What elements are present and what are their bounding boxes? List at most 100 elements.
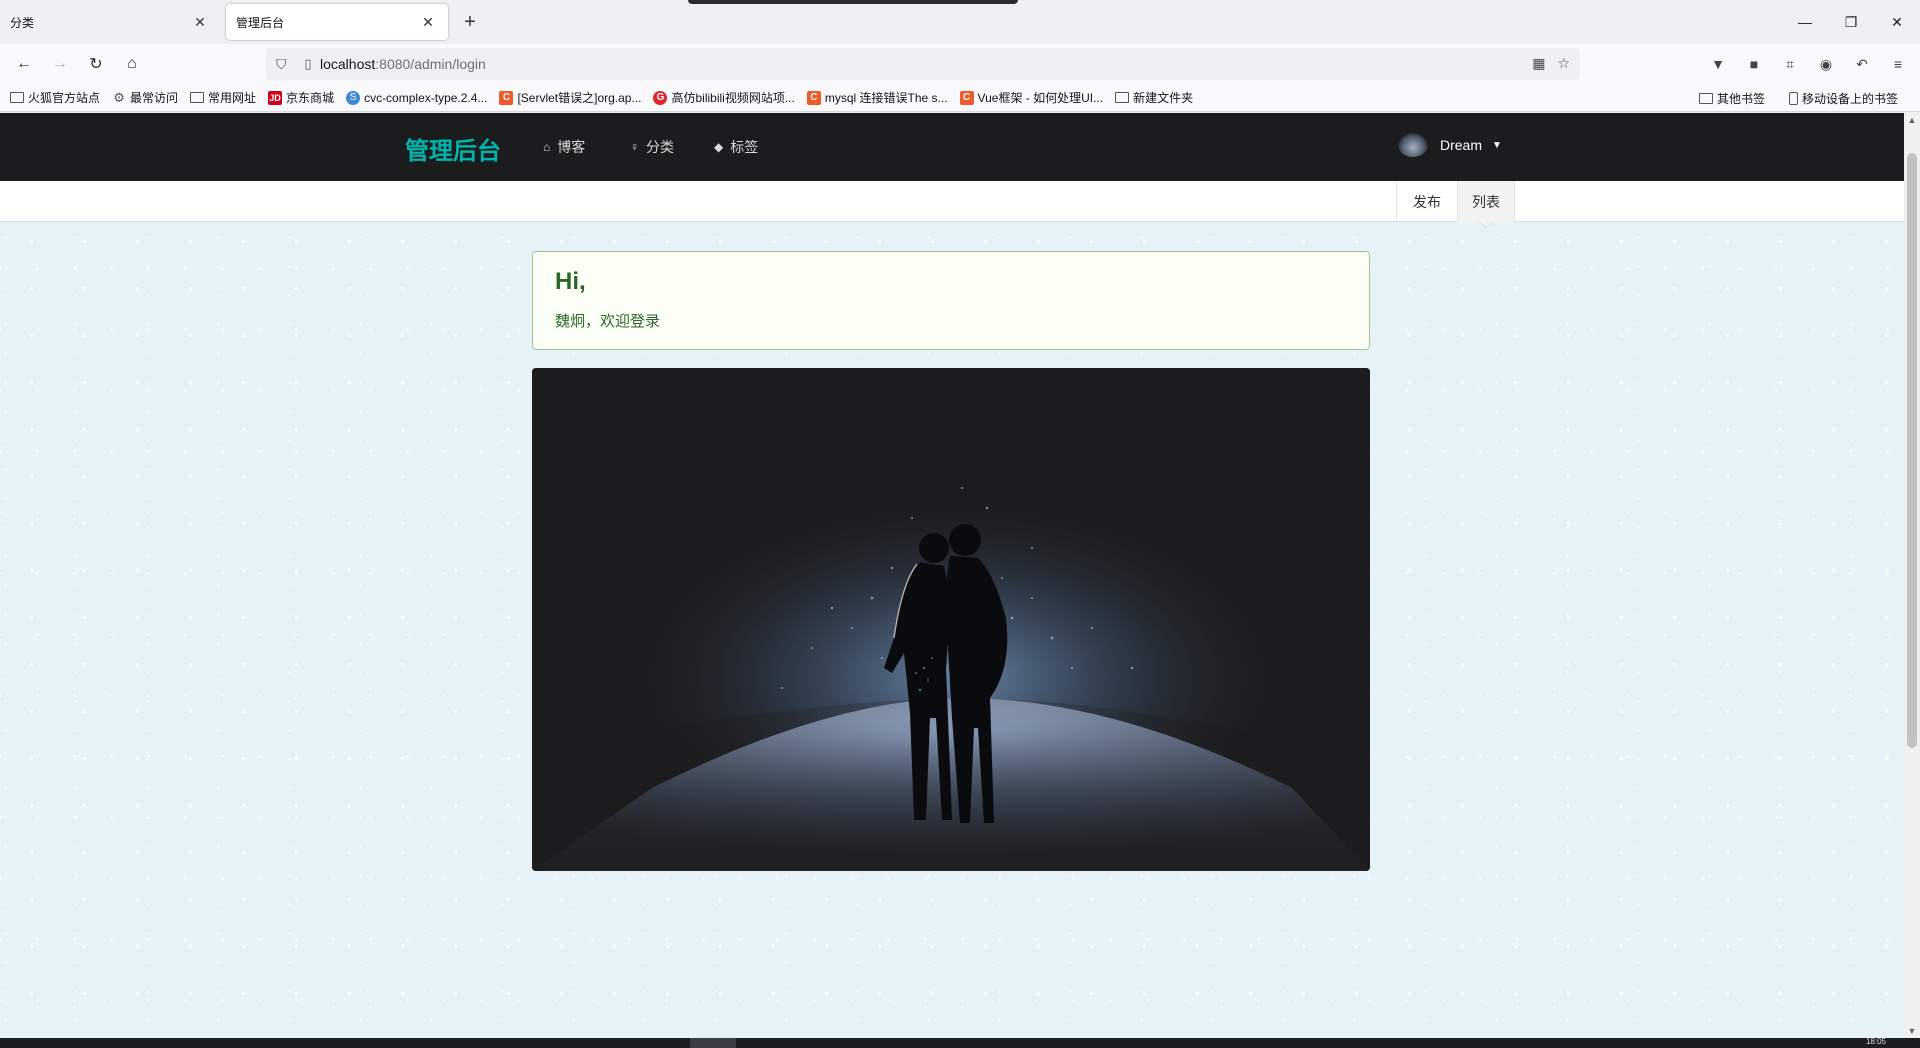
user-dropdown[interactable]: Dream ▼ [1398, 133, 1502, 157]
submenu-list[interactable]: 列表 [1457, 181, 1515, 230]
extensions-bar: ▼ ■ ⌗ ◉ ↶ ≡ [1706, 52, 1910, 76]
gear-icon: ⚙ [113, 89, 125, 105]
menu-item-blog[interactable]: ⌂ 博客 [543, 137, 585, 157]
bookmark-label: mysql 连接错误The s... [824, 91, 948, 105]
bookmark-label: cvc-complex-type.2.4... [364, 90, 488, 105]
shield-icon[interactable]: ⛉ [276, 56, 296, 73]
scrollbar-thumb[interactable] [1907, 153, 1917, 748]
back-icon[interactable]: ← [10, 50, 38, 78]
bookmark-jd[interactable]: JD 京东商城 [268, 89, 334, 106]
forward-icon[interactable]: → [46, 50, 74, 78]
tab-admin[interactable]: 管理后台 ✕ [226, 4, 448, 40]
user-name: Dream [1440, 137, 1483, 153]
avatar [1398, 133, 1428, 157]
tab-category[interactable]: 分类 ✕ [0, 4, 220, 40]
scroll-up-icon[interactable]: ▲ [1904, 115, 1920, 125]
submenu-list-label: 列表 [1472, 193, 1500, 210]
home-icon: ⌂ [543, 140, 551, 154]
folder-icon [190, 92, 205, 103]
admin-sub-menu: 发布 列表 [0, 181, 1904, 230]
bookmark-mysql[interactable]: Cmysql 连接错误The s... [806, 89, 948, 106]
window-controls: — ❐ ✕ [1782, 0, 1920, 44]
plus-icon[interactable]: + [456, 10, 484, 34]
restore-icon[interactable]: ❐ [1828, 0, 1874, 44]
bookmark-label: 火狐官方站点 [28, 91, 101, 105]
bookmark-label: 常用网址 [208, 91, 257, 105]
bookmark-most-visited[interactable]: ⚙ 最常访问 [112, 89, 178, 106]
url-path: :8080/admin/login [375, 56, 486, 72]
menu-item-tags[interactable]: ◆ 标签 [714, 137, 758, 157]
vue-devtools-icon[interactable]: ▼ [1706, 52, 1730, 76]
snow-couple-illustration [532, 368, 1370, 871]
close-icon[interactable]: ✕ [1874, 0, 1920, 44]
menu-item-category[interactable]: ♀ 分类 [630, 137, 674, 157]
csdn-icon: C [806, 90, 821, 105]
bookmark-label: 其他书签 [1716, 92, 1765, 106]
message-header: Hi, [555, 268, 586, 295]
brand-title[interactable]: 管理后台 [405, 131, 501, 166]
crop-icon[interactable]: ⌗ [1778, 52, 1802, 76]
globe-icon: S [346, 90, 361, 105]
message-body: 魏炯，欢迎登录 [555, 313, 661, 330]
reload-icon[interactable]: ↻ [82, 50, 110, 78]
star-icon[interactable]: ☆ [1557, 55, 1570, 72]
undo-icon[interactable]: ↶ [1850, 52, 1874, 76]
chat-icon[interactable]: ◉ [1814, 52, 1838, 76]
url-host: localhost [320, 56, 376, 72]
page-viewport: 管理后台 ⌂ 博客 ♀ 分类 ◆ 标签 Dream ▼ 发布 列表 Hi, 魏炯，欢迎… [0, 113, 1904, 1038]
screen-notch [688, 0, 1018, 4]
tags-icon: ◆ [714, 140, 724, 154]
menu-label: 分类 [646, 139, 674, 155]
url-bar[interactable]: ⛉ ▯ localhost:8080/admin/login ▦ ☆ [266, 48, 1580, 80]
bookmark-vue[interactable]: C Vue框架 - 如何处理UI... [959, 89, 1104, 106]
bookmark-label: [Servlet错误之]org.ap... [517, 91, 642, 105]
extension-icon[interactable]: ■ [1742, 52, 1766, 76]
bookmark-label: 京东商城 [286, 91, 335, 105]
close-icon[interactable]: ✕ [418, 12, 438, 32]
home-icon[interactable]: ⌂ [118, 50, 146, 78]
bookmark-label: 最常访问 [130, 91, 179, 105]
page-icon[interactable]: ▯ [296, 56, 320, 72]
menu-icon[interactable]: ≡ [1886, 52, 1910, 76]
jd-icon: JD [268, 90, 283, 105]
bookmark-label: Vue框架 - 如何处理UI... [977, 91, 1104, 105]
folder-icon [1698, 93, 1713, 104]
bookmark-new-folder[interactable]: 新建文件夹 [1115, 89, 1193, 106]
g-icon: G [653, 90, 668, 105]
bookmark-firefox-sites[interactable]: 火狐官方站点 [10, 89, 100, 106]
bookmark-label: 高仿bilibili视频网站项... [671, 91, 795, 105]
vertical-scrollbar[interactable]: ▲ ▼ [1904, 113, 1920, 1038]
minimize-icon[interactable]: — [1782, 0, 1828, 44]
bookmarks-bar: 火狐官方站点 ⚙ 最常访问 常用网址 JD 京东商城 Scvc-complex-ty… [0, 84, 1920, 112]
hero-image [532, 368, 1370, 871]
bookmark-bilibili[interactable]: G 高仿bilibili视频网站项... [653, 89, 795, 106]
tab-title: 分类 [10, 15, 35, 30]
scroll-down-icon[interactable]: ▼ [1904, 1026, 1920, 1036]
mobile-icon [1788, 92, 1798, 105]
submenu-publish[interactable]: 发布 [1396, 181, 1457, 222]
qr-code-icon[interactable]: ▦ [1532, 55, 1545, 72]
folder-icon [1115, 92, 1130, 103]
folder-icon [10, 92, 24, 103]
bookmark-servlet[interactable]: C [Servlet错误之]org.ap... [499, 89, 641, 106]
bookmark-mobile[interactable]: 移动设备上的书签 [1788, 90, 1898, 107]
admin-top-menu: 管理后台 ⌂ 博客 ♀ 分类 ◆ 标签 Dream ▼ [0, 113, 1904, 181]
csdn-icon: C [959, 90, 974, 105]
taskbar-clock: 18:05 [1865, 1037, 1886, 1046]
taskbar-active-app[interactable] [690, 1038, 736, 1048]
csdn-icon: C [499, 90, 514, 105]
close-icon[interactable]: ✕ [190, 12, 210, 32]
idea-icon: ♀ [630, 140, 639, 154]
welcome-message: Hi, 魏炯，欢迎登录 [532, 251, 1370, 350]
bookmark-label: 新建文件夹 [1133, 91, 1194, 105]
tab-title: 管理后台 [236, 15, 285, 30]
tab-strip: 分类 ✕ 管理后台 ✕ + — ❐ ✕ [0, 0, 1920, 44]
bookmark-label: 移动设备上的书签 [1801, 92, 1898, 106]
bookmark-other[interactable]: 其他书签 [1698, 90, 1765, 107]
bookmark-cvc[interactable]: Scvc-complex-type.2.4... [346, 90, 488, 105]
browser-toolbar: ← → ↻ ⌂ ⛉ ▯ localhost:8080/admin/login ▦… [0, 44, 1920, 84]
menu-label: 博客 [557, 139, 586, 155]
active-pointer [1478, 214, 1494, 230]
bookmark-common-sites[interactable]: 常用网址 [190, 89, 256, 106]
os-taskbar: 18:05 [0, 1038, 1920, 1048]
